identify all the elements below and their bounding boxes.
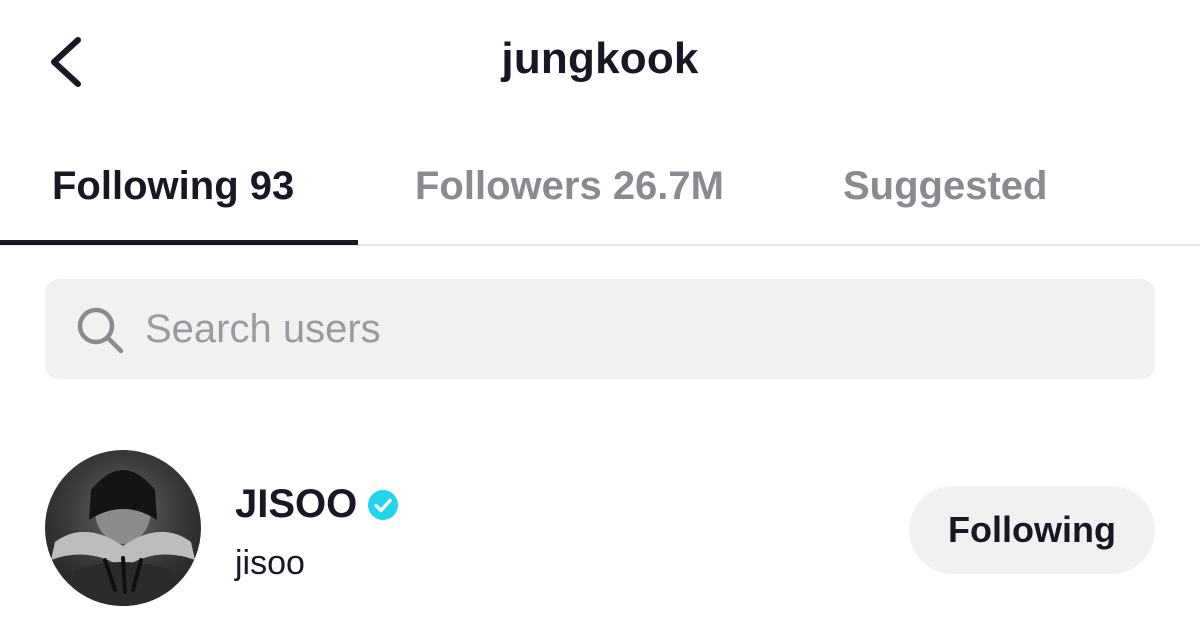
list-item[interactable]: JISOO jisoo Following (0, 440, 1200, 610)
top-bar: jungkook (0, 0, 1200, 124)
search-input[interactable] (145, 279, 1125, 379)
page-title: jungkook (501, 34, 699, 83)
active-tab-indicator (0, 240, 358, 245)
search-icon (77, 307, 124, 354)
tab-followers[interactable]: Followers 26.7M (415, 164, 724, 209)
following-button[interactable]: Following (909, 486, 1155, 574)
tab-bar: Following 93 Followers 26.7M Suggested (0, 124, 1200, 246)
avatar[interactable] (45, 450, 201, 606)
search-bar[interactable] (45, 279, 1155, 379)
tab-suggested[interactable]: Suggested (843, 164, 1047, 209)
user-name-line: JISOO (235, 482, 399, 527)
verified-badge-icon (368, 489, 399, 520)
tab-following[interactable]: Following 93 (52, 164, 294, 209)
user-name: JISOO (235, 482, 358, 526)
avatar-photo (51, 470, 195, 606)
user-handle: jisoo (235, 544, 305, 582)
